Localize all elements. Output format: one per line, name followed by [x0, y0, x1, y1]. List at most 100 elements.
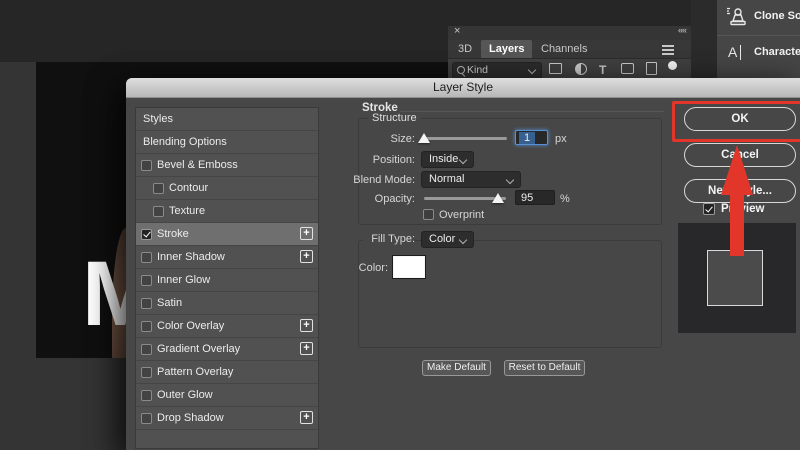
- add-effect-icon[interactable]: +: [300, 411, 313, 424]
- style-row-color-overlay[interactable]: Color Overlay +: [136, 315, 318, 338]
- opacity-value: 95: [519, 192, 533, 204]
- chevron-down-icon: [528, 66, 536, 74]
- close-icon[interactable]: ×: [454, 25, 460, 37]
- blend-mode-value: Normal: [429, 173, 464, 185]
- search-icon: [457, 66, 465, 74]
- style-row-label: Stroke: [157, 223, 189, 245]
- overprint-checkbox[interactable]: [423, 209, 434, 220]
- drop-shadow-checkbox[interactable]: [141, 413, 152, 424]
- style-row-stroke[interactable]: Stroke +: [136, 223, 318, 246]
- adjustment-layers-icon[interactable]: [575, 63, 587, 75]
- size-slider-thumb[interactable]: [418, 133, 430, 143]
- style-row-contour[interactable]: Contour: [136, 177, 318, 200]
- pattern-overlay-checkbox[interactable]: [141, 367, 152, 378]
- character-a-icon: A: [728, 44, 737, 60]
- style-row-label: Color Overlay: [157, 315, 224, 337]
- tab-3d[interactable]: 3D: [450, 40, 480, 58]
- style-row-label: Contour: [169, 177, 208, 199]
- style-row-styles[interactable]: Styles: [136, 108, 318, 131]
- shape-layers-icon[interactable]: [621, 63, 634, 74]
- satin-checkbox[interactable]: [141, 298, 152, 309]
- style-row-label: Inner Shadow: [157, 246, 225, 268]
- style-row-blending-options[interactable]: Blending Options: [136, 131, 318, 154]
- annotation-arrow-icon: [716, 133, 758, 259]
- add-effect-icon[interactable]: +: [300, 342, 313, 355]
- outer-glow-checkbox[interactable]: [141, 390, 152, 401]
- filter-kind-select[interactable]: Kind: [452, 62, 542, 79]
- texture-checkbox[interactable]: [153, 206, 164, 217]
- divider: [400, 111, 664, 112]
- inner-shadow-checkbox[interactable]: [141, 252, 152, 263]
- tab-layers[interactable]: Layers: [481, 40, 532, 58]
- blend-mode-label: Blend Mode:: [336, 174, 415, 186]
- gradient-overlay-checkbox[interactable]: [141, 344, 152, 355]
- style-row-texture[interactable]: Texture: [136, 200, 318, 223]
- size-label: Size:: [336, 133, 415, 145]
- color-overlay-checkbox[interactable]: [141, 321, 152, 332]
- dock-item-character[interactable]: A Character: [717, 36, 800, 70]
- collapse-panel-icon[interactable]: ««: [678, 25, 686, 35]
- chevron-down-icon: [506, 176, 514, 184]
- style-row-label: Bevel & Emboss: [157, 154, 238, 176]
- fill-type-label: Fill Type:: [363, 233, 415, 245]
- size-slider-track[interactable]: [422, 137, 507, 140]
- panel-tab-row: 3D Layers Channels: [448, 40, 691, 59]
- dock-gap: [691, 0, 717, 78]
- contour-checkbox[interactable]: [153, 183, 164, 194]
- color-swatch[interactable]: [392, 255, 426, 279]
- style-row-drop-shadow[interactable]: Drop Shadow +: [136, 407, 318, 430]
- style-row-label: Inner Glow: [157, 269, 210, 291]
- style-row-label: Satin: [157, 292, 182, 314]
- size-input[interactable]: 1: [515, 130, 548, 145]
- filter-kind-value: Kind: [467, 63, 488, 78]
- layer-filter-row: Kind T: [448, 59, 691, 80]
- panel-header: × ««: [448, 26, 691, 40]
- pixel-layers-icon[interactable]: [549, 63, 562, 74]
- fill-type-dropdown[interactable]: Color: [421, 231, 474, 248]
- style-row-satin[interactable]: Satin: [136, 292, 318, 315]
- reset-to-default-button[interactable]: Reset to Default: [504, 360, 585, 376]
- add-effect-icon[interactable]: +: [300, 250, 313, 263]
- style-row-gradient-overlay[interactable]: Gradient Overlay+: [136, 338, 318, 361]
- chevron-down-icon: [459, 236, 467, 244]
- filter-toggle-icon[interactable]: [668, 61, 677, 70]
- tab-channels[interactable]: Channels: [533, 40, 595, 58]
- blend-mode-dropdown[interactable]: Normal: [421, 171, 521, 188]
- stroke-checkbox[interactable]: [141, 229, 152, 240]
- add-effect-icon[interactable]: +: [300, 319, 313, 332]
- style-row-inner-shadow[interactable]: Inner Shadow +: [136, 246, 318, 269]
- dialog-titlebar[interactable]: Layer Style: [126, 78, 800, 98]
- position-dropdown[interactable]: Inside: [421, 151, 474, 168]
- fill-type-value: Color: [429, 233, 455, 245]
- panel-menu-icon[interactable]: [662, 45, 674, 55]
- style-row-label: Texture: [169, 200, 205, 222]
- opacity-unit: %: [560, 193, 570, 205]
- photoshop-screen: M × «« 3D Layers Channels Kind T: [0, 0, 800, 450]
- style-row-inner-glow[interactable]: Inner Glow: [136, 269, 318, 292]
- layers-panel: × «« 3D Layers Channels Kind T: [448, 26, 691, 80]
- position-value: Inside: [429, 153, 458, 165]
- dialog-title: Layer Style: [126, 78, 800, 97]
- bevel-emboss-checkbox[interactable]: [141, 160, 152, 171]
- type-layers-icon[interactable]: T: [599, 64, 606, 76]
- style-row-outer-glow[interactable]: Outer Glow: [136, 384, 318, 407]
- position-label: Position:: [336, 154, 415, 166]
- make-default-button[interactable]: Make Default: [422, 360, 491, 376]
- color-label: Color:: [338, 262, 388, 274]
- inner-glow-checkbox[interactable]: [141, 275, 152, 286]
- style-row-label: Drop Shadow: [157, 407, 224, 429]
- preview-checkbox[interactable]: [703, 203, 715, 215]
- smart-objects-icon[interactable]: [646, 62, 657, 75]
- dock-item-clone-source[interactable]: Clone Source: [717, 0, 800, 34]
- style-row-bevel-emboss[interactable]: Bevel & Emboss: [136, 154, 318, 177]
- style-row-label: Pattern Overlay: [157, 361, 233, 383]
- overprint-label: Overprint: [439, 209, 484, 221]
- add-effect-icon[interactable]: +: [300, 227, 313, 240]
- opacity-label: Opacity:: [336, 193, 415, 205]
- style-row-pattern-overlay[interactable]: Pattern Overlay: [136, 361, 318, 384]
- style-row-label: Blending Options: [143, 131, 227, 153]
- opacity-slider-thumb[interactable]: [492, 193, 504, 203]
- style-row-label: Outer Glow: [157, 384, 213, 406]
- opacity-input[interactable]: 95: [515, 190, 555, 205]
- chevron-down-icon: [459, 156, 467, 164]
